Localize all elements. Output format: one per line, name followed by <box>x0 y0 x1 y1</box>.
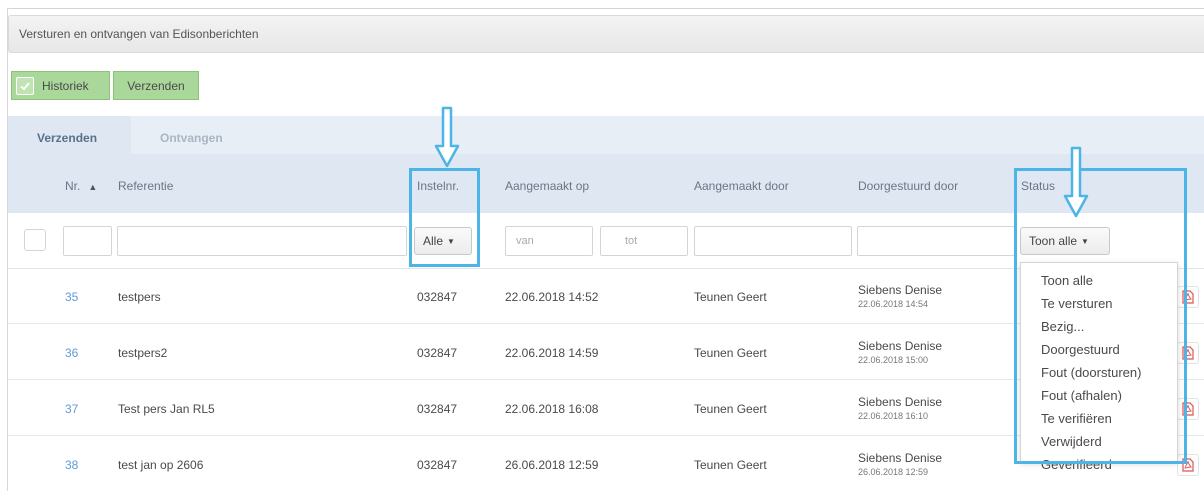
row-instelnr: 032847 <box>417 346 458 360</box>
tab-verzenden[interactable]: Verzenden <box>37 131 97 145</box>
row-aangemaakt-op: 22.06.2018 14:52 <box>505 290 599 304</box>
column-header-aangemaakt-door[interactable]: Aangemaakt door <box>694 179 789 193</box>
send-label: Verzenden <box>127 78 185 93</box>
column-header-aangemaakt-op[interactable]: Aangemaakt op <box>505 179 589 193</box>
row-aangemaakt-op: 22.06.2018 14:59 <box>505 346 599 360</box>
row-aangemaakt-door: Teunen Geert <box>694 402 767 416</box>
row-doorgestuurd-naam: Siebens Denise <box>858 451 943 465</box>
column-nr-label: Nr. <box>65 179 81 193</box>
row-instelnr: 032847 <box>417 290 458 304</box>
window-titlebar: Versturen en ontvangen van Edisonbericht… <box>8 15 1204 53</box>
row-doorgestuurd-datum: 22.06.2018 16:10 <box>858 411 929 421</box>
tab-strip <box>131 116 1204 154</box>
check-icon <box>16 76 34 95</box>
tab-ontvangen[interactable]: Ontvangen <box>160 131 223 145</box>
arrow-down-icon <box>434 106 460 168</box>
history-toggle-button[interactable]: Historiek <box>11 71 110 100</box>
history-label: Historiek <box>42 78 89 93</box>
filter-date-to-input[interactable]: tot <box>600 226 688 256</box>
row-nr-link[interactable]: 35 <box>65 290 78 304</box>
filter-referentie-input[interactable] <box>117 226 407 256</box>
instelnr-highlight-box <box>409 168 480 267</box>
row-doorgestuurd-naam: Siebens Denise <box>858 395 943 409</box>
status-highlight-box <box>1014 168 1187 464</box>
filter-date-from-input[interactable]: van <box>505 226 593 256</box>
column-header-nr[interactable]: Nr. ▲ <box>65 179 97 193</box>
row-aangemaakt-door: Teunen Geert <box>694 346 767 360</box>
row-aangemaakt-door: Teunen Geert <box>694 290 767 304</box>
row-nr-link[interactable]: 36 <box>65 346 78 360</box>
row-doorgestuurd-datum: 22.06.2018 14:54 <box>858 299 929 309</box>
row-referentie: testpers2 <box>118 346 168 360</box>
row-doorgestuurd-naam: Siebens Denise <box>858 283 943 297</box>
row-referentie: testpers <box>118 290 161 304</box>
row-referentie: Test pers Jan RL5 <box>118 402 215 416</box>
row-instelnr: 032847 <box>417 458 458 472</box>
filter-aangemaakt-door-input[interactable] <box>694 226 852 256</box>
window-title: Versturen en ontvangen van Edisonbericht… <box>19 27 259 41</box>
row-nr-link[interactable]: 37 <box>65 402 78 416</box>
filter-doorgestuurd-door-input[interactable] <box>857 226 1015 256</box>
sort-ascending-icon: ▲ <box>88 182 98 192</box>
row-doorgestuurd-datum: 26.06.2018 12:59 <box>858 467 929 477</box>
row-instelnr: 032847 <box>417 402 458 416</box>
row-aangemaakt-op: 26.06.2018 12:59 <box>505 458 599 472</box>
row-aangemaakt-door: Teunen Geert <box>694 458 767 472</box>
row-doorgestuurd-naam: Siebens Denise <box>858 339 943 353</box>
date-to-placeholder: tot <box>625 235 638 247</box>
column-header-referentie[interactable]: Referentie <box>118 179 173 193</box>
date-from-placeholder: van <box>516 235 534 247</box>
arrow-down-icon <box>1063 146 1089 218</box>
row-referentie: test jan op 2606 <box>118 458 204 472</box>
row-aangemaakt-op: 22.06.2018 16:08 <box>505 402 599 416</box>
filter-nr-input[interactable] <box>63 226 112 256</box>
send-button[interactable]: Verzenden <box>113 71 199 100</box>
row-nr-link[interactable]: 38 <box>65 458 78 472</box>
select-all-checkbox[interactable] <box>24 229 46 251</box>
column-header-doorgestuurd-door[interactable]: Doorgestuurd door <box>858 179 958 193</box>
row-doorgestuurd-datum: 22.06.2018 15:00 <box>858 355 929 365</box>
